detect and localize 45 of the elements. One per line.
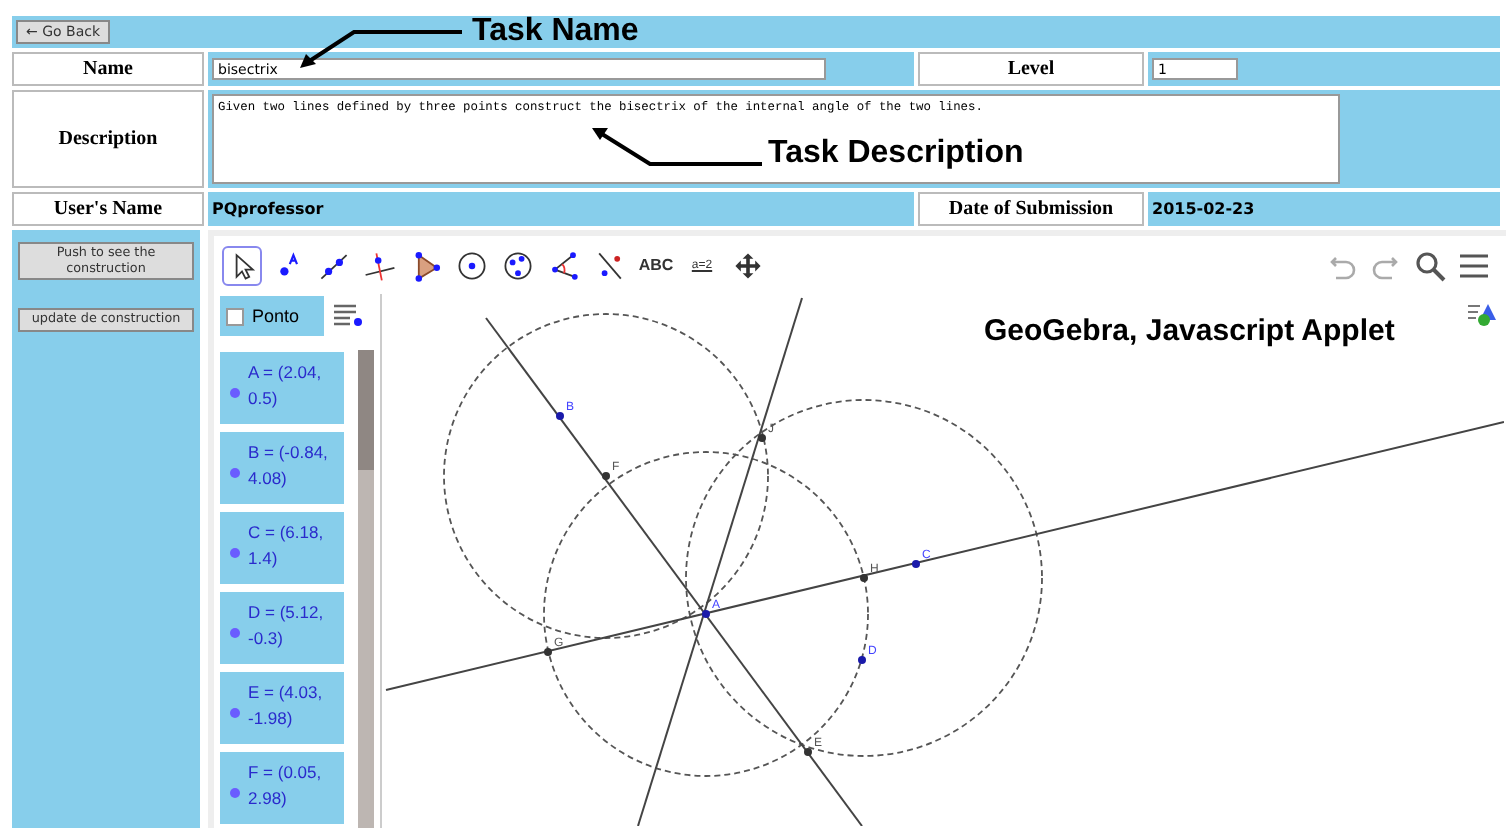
algebra-item[interactable]: A = (2.04, 0.5) bbox=[220, 352, 344, 424]
sort-icon[interactable] bbox=[332, 302, 364, 330]
algebra-item[interactable]: E = (4.03, -1.98) bbox=[220, 672, 344, 744]
submission-date: 2015-02-23 bbox=[1152, 200, 1255, 218]
point[interactable] bbox=[804, 748, 812, 756]
move-icon bbox=[735, 252, 761, 278]
tool-button[interactable]: ABC bbox=[636, 245, 676, 285]
triangle-icon bbox=[415, 250, 441, 281]
style-bar-icon[interactable] bbox=[1466, 300, 1498, 328]
line-icon bbox=[320, 253, 348, 279]
menu-icon[interactable] bbox=[1458, 249, 1490, 281]
algebra-header[interactable]: Ponto bbox=[220, 296, 324, 336]
point[interactable] bbox=[912, 560, 920, 568]
algebra-item[interactable]: B = (-0.84, 4.08) bbox=[220, 432, 344, 504]
perpendicular-icon bbox=[364, 251, 396, 281]
scrollbar-thumb[interactable] bbox=[358, 350, 374, 470]
pointer-icon bbox=[235, 252, 256, 279]
field-label: Name bbox=[12, 52, 204, 86]
point[interactable] bbox=[858, 656, 866, 664]
algebra-item[interactable]: F = (0.05, 2.98) bbox=[220, 752, 344, 824]
search-icon[interactable] bbox=[1414, 249, 1446, 281]
field-label: Description bbox=[12, 90, 204, 188]
annotation-label: Task Description bbox=[768, 136, 1024, 172]
point[interactable] bbox=[860, 574, 868, 582]
point[interactable] bbox=[702, 610, 710, 618]
circle-icon bbox=[458, 251, 486, 279]
circle-icon bbox=[504, 251, 532, 279]
scrollbar[interactable] bbox=[358, 350, 374, 828]
algebra-item[interactable]: C = (6.18, 1.4) bbox=[220, 512, 344, 584]
field-label: User's Name bbox=[12, 192, 204, 226]
annotation-label: GeoGebra, Javascript Applet bbox=[984, 314, 1395, 348]
reflect-icon bbox=[598, 251, 622, 279]
point[interactable] bbox=[556, 412, 564, 420]
group-title: Ponto bbox=[252, 306, 300, 326]
field-label: Date of Submission bbox=[918, 192, 1144, 226]
user-name: PQprofessor bbox=[212, 200, 324, 218]
point[interactable] bbox=[602, 472, 610, 480]
angle-icon bbox=[552, 251, 578, 279]
point[interactable] bbox=[758, 434, 766, 442]
point-icon bbox=[280, 251, 299, 275]
tool-button[interactable] bbox=[222, 245, 262, 285]
algebra-item[interactable]: D = (5.12, -0.3) bbox=[220, 592, 344, 664]
point[interactable] bbox=[544, 648, 552, 656]
annotation-label: Task Name bbox=[472, 14, 639, 50]
field-label: Level bbox=[918, 52, 1144, 86]
